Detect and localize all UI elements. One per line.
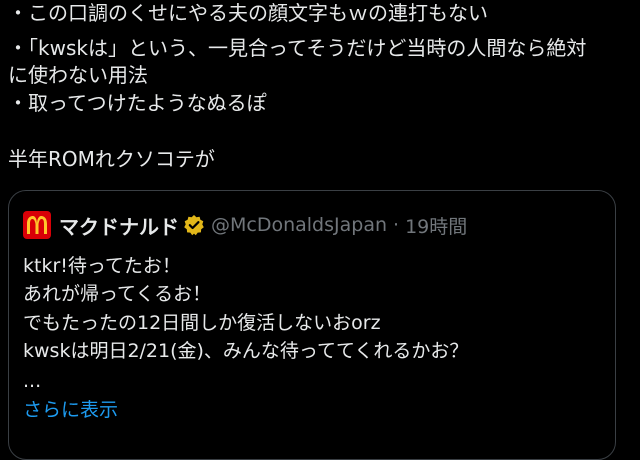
post-text-line-2: ・「kwskは」という、一見合ってそうだけど当時の人間なら絶対 bbox=[8, 36, 587, 60]
quoted-tweet-header: マクドナルド @McDonaldsJapan · 19時間 bbox=[23, 211, 467, 239]
quoted-text-line-1: ktkr!待ってたお！ bbox=[23, 255, 181, 277]
quoted-text-line-2: あれが帰ってくるお！ bbox=[23, 283, 212, 305]
post-text-line-4: ・取ってつけたようなぬるぽ bbox=[8, 91, 267, 115]
verified-badge-icon bbox=[183, 214, 205, 236]
quoted-handle[interactable]: @McDonaldsJapan bbox=[211, 214, 387, 236]
mcdonalds-logo-icon[interactable] bbox=[23, 211, 51, 239]
quoted-display-name[interactable]: マクドナルド bbox=[59, 211, 179, 240]
quoted-timestamp[interactable]: 19時間 bbox=[405, 212, 467, 239]
quoted-text-line-4: kwskは明日2/21(金)、みんな待っててくれるかお？ bbox=[23, 340, 469, 362]
post-text-line-5: 半年ROMれクソコテが bbox=[8, 147, 215, 171]
post-text-line-3: に使わない用法 bbox=[8, 63, 148, 87]
show-more-link[interactable]: さらに表示 bbox=[23, 397, 118, 423]
separator-dot: · bbox=[393, 214, 400, 236]
quoted-tweet-card[interactable]: マクドナルド @McDonaldsJapan · 19時間 ktkr!待ってたお… bbox=[8, 190, 616, 460]
quoted-text-line-3: でもたったの12日間しか復活しないおorz bbox=[23, 312, 381, 334]
post-text-line-1: ・この口調のくせにやる夫の顔文字もｗの連打もない bbox=[8, 1, 488, 25]
quoted-text-line-5: ... bbox=[23, 370, 42, 392]
